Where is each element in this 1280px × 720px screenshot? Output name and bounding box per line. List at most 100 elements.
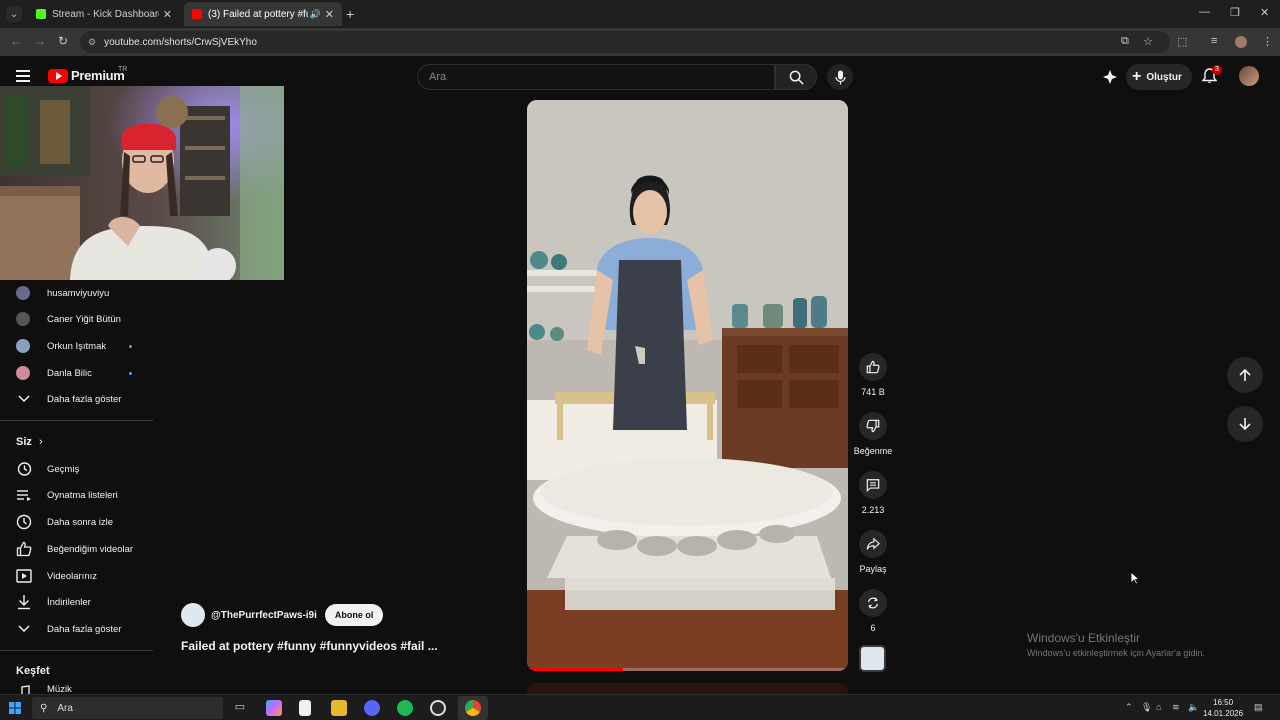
remix-action[interactable]: 6: [853, 589, 893, 633]
create-button[interactable]: + Oluştur: [1126, 64, 1192, 90]
profile-avatar-icon[interactable]: [1235, 36, 1247, 48]
youtube-play-icon: [48, 68, 68, 83]
sidebar-divider: [0, 420, 153, 421]
bookmark-star-icon[interactable]: ☆: [1143, 35, 1153, 48]
install-app-icon[interactable]: ⧉: [1121, 35, 1129, 48]
voice-search-button[interactable]: [827, 64, 853, 90]
sidebar-item-your-videos[interactable]: Videolarınız: [0, 563, 153, 589]
discord-icon[interactable]: [364, 700, 380, 716]
sidebar-item-label: Geçmiş: [47, 463, 80, 475]
sidebar-item-liked-videos[interactable]: Beğendiğim videolar: [0, 536, 153, 562]
subscribe-button[interactable]: Abone ol: [324, 604, 384, 626]
sidebar-divider: [0, 650, 153, 651]
close-icon[interactable]: ✕: [325, 8, 334, 21]
dislike-action[interactable]: Beğenme: [853, 412, 893, 456]
dislike-button[interactable]: [859, 412, 887, 440]
taskbar-search[interactable]: ⚲ Ara: [32, 697, 223, 719]
ask-ai-icon[interactable]: [1102, 69, 1118, 90]
thumbs-down-icon: [866, 419, 880, 433]
youtube-premium-logo[interactable]: Premium: [48, 68, 125, 83]
like-action[interactable]: 741 B: [853, 353, 893, 397]
like-button[interactable]: [859, 353, 887, 381]
copilot-icon[interactable]: [266, 700, 282, 716]
share-button[interactable]: [859, 530, 887, 558]
account-avatar[interactable]: [1239, 66, 1259, 86]
wifi-icon[interactable]: ≋: [1172, 702, 1180, 713]
sidebar-item-label: Beğendiğim videolar: [47, 543, 134, 555]
history-icon: [16, 461, 32, 477]
sidebar-item-label: Daha fazla göster: [47, 393, 122, 405]
sidebar-item-playlists[interactable]: Oynatma listeleri: [0, 482, 153, 508]
sidebar-item-label: Orkun Işıtmak: [47, 340, 107, 352]
obs-icon[interactable]: [430, 700, 446, 716]
sound-thumbnail[interactable]: [859, 645, 886, 672]
omnibox[interactable]: ⚙ youtube.com/shorts/CrwSjVEkYho: [80, 31, 1170, 53]
video-progress-fill: [527, 668, 624, 671]
speaker-icon[interactable]: 🔊: [310, 9, 321, 20]
comments-action[interactable]: 2.213: [853, 471, 893, 515]
youtube-favicon-icon: [192, 9, 202, 19]
previous-short-button[interactable]: [1227, 357, 1263, 393]
search-input[interactable]: Ara: [417, 64, 775, 90]
channel-row: @ThePurrfectPaws-i9i Abone ol: [181, 603, 384, 627]
site-info-icon[interactable]: ⚙: [88, 37, 96, 48]
minimize-icon[interactable]: —: [1199, 6, 1210, 18]
notification-center-icon[interactable]: ▤: [1254, 702, 1263, 713]
comment-count: 2.213: [861, 505, 885, 515]
tab-youtube-short[interactable]: (3) Failed at pottery #funny 🔊 ✕: [184, 2, 342, 26]
chrome-menu-icon[interactable]: ⋮: [1262, 35, 1273, 48]
tab-kick-dashboard[interactable]: Stream - Kick Dashboard ✕: [28, 2, 180, 26]
new-tab-button[interactable]: +: [346, 6, 354, 22]
sidebar-item-label: Videolarınız: [47, 570, 97, 582]
show-more-button[interactable]: Daha fazla göster: [0, 616, 153, 642]
streamer-webcam-overlay: [0, 86, 284, 280]
sidebar-item-downloads[interactable]: İndirilenler: [0, 589, 153, 615]
channel-avatar: [16, 286, 30, 300]
volume-icon[interactable]: 🔈: [1188, 702, 1199, 713]
remix-button[interactable]: [859, 589, 887, 617]
close-icon[interactable]: ✕: [163, 8, 172, 21]
sidebar-item-watch-later[interactable]: Daha sonra izle: [0, 509, 153, 535]
file-explorer-icon[interactable]: [331, 700, 347, 716]
sidebar-item-label: Oynatma listeleri: [47, 489, 118, 501]
share-action[interactable]: Paylaş: [853, 530, 893, 574]
microphone-tray-icon[interactable]: 🎙: [1141, 702, 1152, 713]
show-more-button[interactable]: Daha fazla göster: [0, 386, 153, 412]
restore-icon[interactable]: ❐: [1230, 6, 1240, 19]
search-button[interactable]: [775, 64, 817, 90]
channel-avatar: [16, 312, 30, 326]
kick-favicon-icon: [36, 9, 46, 19]
task-view-icon[interactable]: ▭: [232, 700, 248, 716]
search-icon: ⚲: [40, 702, 48, 714]
sidebar-item-subscription[interactable]: Caner Yiğit Bütün: [0, 306, 153, 332]
sidebar-item-subscription[interactable]: husamviyuviyu: [0, 280, 153, 306]
taskbar-clock[interactable]: 16:50 14.01.2026: [1203, 697, 1243, 719]
clock-date: 14.01.2026: [1203, 709, 1244, 718]
sidebar-item-history[interactable]: Geçmiş: [0, 456, 153, 482]
video-title[interactable]: Failed at pottery #funny #funnyvideos #f…: [181, 639, 438, 653]
channel-avatar[interactable]: [181, 603, 205, 627]
clock-time: 16:50: [1213, 698, 1234, 707]
back-icon[interactable]: ←: [10, 34, 22, 48]
arrow-up-icon: [1239, 368, 1251, 381]
media-control-icon[interactable]: ≡: [1211, 35, 1217, 47]
you-section-header[interactable]: Siz ›: [16, 436, 43, 448]
video-progress-bar[interactable]: [527, 668, 848, 671]
next-short-button[interactable]: [1227, 406, 1263, 442]
forward-icon[interactable]: →: [34, 34, 46, 48]
reload-icon[interactable]: ↻: [58, 34, 68, 48]
network-icon[interactable]: ⌂: [1156, 702, 1161, 712]
sidebar-item-label: İndirilenler: [47, 596, 91, 608]
spotify-icon[interactable]: [397, 700, 413, 716]
notepad-icon[interactable]: [299, 700, 311, 716]
window-close-icon[interactable]: ✕: [1260, 6, 1269, 19]
channel-name[interactable]: @ThePurrfectPaws-i9i: [211, 610, 317, 621]
tray-overflow-icon[interactable]: ⌃: [1125, 702, 1133, 713]
tab-search-icon[interactable]: ⌄: [6, 6, 22, 22]
extensions-icon[interactable]: ⬚: [1177, 35, 1187, 48]
shorts-video-player[interactable]: [527, 100, 848, 671]
comments-button[interactable]: [859, 471, 887, 499]
menu-icon[interactable]: [16, 70, 30, 82]
share-icon: [866, 537, 880, 550]
windows-start-icon[interactable]: [9, 702, 21, 714]
